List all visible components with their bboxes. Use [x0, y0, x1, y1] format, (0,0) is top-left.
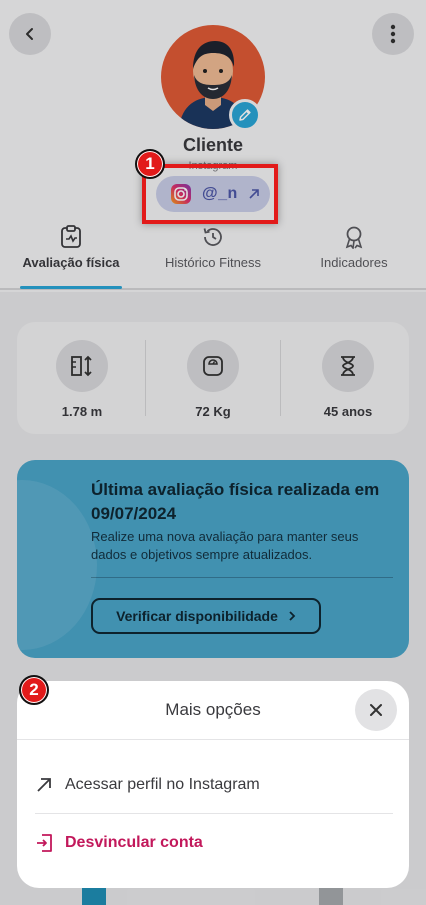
menu-item-label: Desvincular conta	[65, 834, 203, 851]
divider	[17, 739, 409, 740]
annotation-marker-2: 2	[19, 675, 49, 705]
logout-icon	[37, 834, 52, 852]
more-options-sheet: Mais opções Acessar perfil no Instagram …	[17, 681, 409, 888]
menu-item-label: Acessar perfil no Instagram	[65, 776, 260, 793]
unlink-account-item[interactable]: Desvincular conta	[35, 823, 395, 863]
open-instagram-profile-item[interactable]: Acessar perfil no Instagram	[35, 765, 395, 805]
annotation-marker-1: 1	[135, 149, 165, 179]
sheet-title: Mais opções	[165, 700, 261, 719]
close-icon	[370, 704, 382, 716]
divider	[35, 813, 393, 814]
annotation-highlight-box	[142, 164, 278, 224]
close-button[interactable]	[355, 689, 397, 731]
arrow-up-right-icon	[37, 778, 51, 792]
